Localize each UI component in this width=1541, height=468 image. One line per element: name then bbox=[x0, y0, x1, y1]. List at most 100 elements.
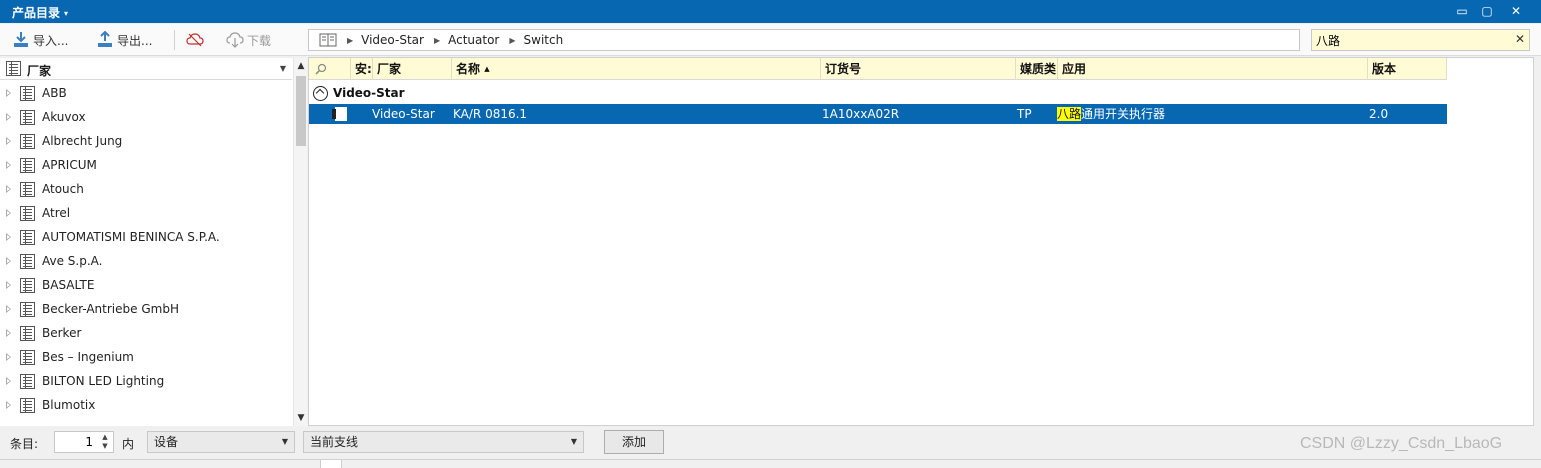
column-manufacturer[interactable]: 厂家 bbox=[373, 58, 452, 80]
cell-name: KA/R 0816.1 bbox=[453, 107, 528, 121]
chevron-down-icon: ▼ bbox=[279, 64, 286, 73]
list-item[interactable]: Berker bbox=[0, 322, 292, 346]
book-icon bbox=[319, 33, 337, 47]
watermark: CSDN @Lzzy_Csdn_LbaoG bbox=[1300, 435, 1503, 452]
manufacturer-label: Ave S.p.A. bbox=[42, 254, 103, 268]
list-item[interactable]: Ave S.p.A. bbox=[0, 250, 292, 274]
import-button[interactable]: 导入... bbox=[12, 30, 68, 50]
export-button[interactable]: 导出... bbox=[96, 30, 152, 50]
breadcrumb[interactable]: ▶ Video-Star ▶ Actuator ▶ Switch bbox=[308, 29, 1300, 51]
breadcrumb-item-subcategory[interactable]: Switch bbox=[524, 33, 564, 47]
group-row[interactable]: Video-Star bbox=[309, 82, 1447, 104]
list-item[interactable]: Atrel bbox=[0, 202, 292, 226]
title-bar: 产品目录 ▾ ▭ ▢ ✕ bbox=[0, 0, 1541, 23]
list-item[interactable]: APRICUM bbox=[0, 154, 292, 178]
column-safe[interactable]: 安: bbox=[351, 58, 373, 80]
restore-icon[interactable]: ▢ bbox=[1476, 0, 1498, 23]
scope-dropdown[interactable]: 设备 ▼ bbox=[147, 431, 295, 453]
column-name[interactable]: 名称 ▲ bbox=[452, 58, 821, 80]
cell-version: 2.0 bbox=[1369, 107, 1389, 121]
expand-icon[interactable] bbox=[6, 89, 11, 97]
catalog-icon bbox=[20, 278, 35, 293]
column-medium[interactable]: 媒质类 bbox=[1016, 58, 1058, 80]
list-item[interactable]: AUTOMATISMI BENINCA S.P.A. bbox=[0, 226, 292, 250]
list-item[interactable]: BASALTE bbox=[0, 274, 292, 298]
minimize-icon[interactable]: ▭ bbox=[1451, 0, 1473, 23]
search-icon bbox=[315, 60, 327, 75]
search-input[interactable] bbox=[1316, 32, 1506, 48]
expand-icon[interactable] bbox=[6, 305, 11, 313]
quantity-stepper[interactable]: ▲▼ bbox=[54, 431, 114, 453]
panel-title-menu[interactable]: 产品目录 ▾ bbox=[12, 4, 68, 21]
scroll-down-icon[interactable]: ▼ bbox=[294, 411, 308, 425]
breadcrumb-item-category[interactable]: Actuator bbox=[448, 33, 499, 47]
expand-icon[interactable] bbox=[6, 137, 11, 145]
grid-filter-column[interactable] bbox=[309, 58, 351, 80]
search-box: ✕ bbox=[1311, 29, 1530, 51]
manufacturer-panel: 厂家 ▼ ABB Akuvox Albrecht Jung APRICUM Atouch… bbox=[0, 58, 307, 426]
expand-icon[interactable] bbox=[6, 377, 11, 385]
list-item[interactable]: BILTON LED Lighting bbox=[0, 370, 292, 394]
expand-icon[interactable] bbox=[6, 161, 11, 169]
manufacturer-label: Bes – Ingenium bbox=[42, 350, 134, 364]
device-icon bbox=[332, 107, 347, 121]
download-button[interactable]: 下载 bbox=[226, 30, 271, 50]
export-icon bbox=[96, 30, 114, 49]
list-item[interactable]: Akuvox bbox=[0, 106, 292, 130]
catalog-icon bbox=[20, 86, 35, 101]
cell-order-number: 1A10xxA02R bbox=[822, 107, 900, 121]
collapse-group-icon[interactable] bbox=[313, 86, 328, 101]
catalog-icon bbox=[20, 134, 35, 149]
manufacturer-label: Atrel bbox=[42, 206, 71, 220]
status-bar: 条目: ▲▼ 内 设备 ▼ 当前支线 ▼ 添加 CSDN @Lzzy_Csdn_… bbox=[0, 427, 1541, 459]
list-item[interactable]: Atouch bbox=[0, 178, 292, 202]
close-icon[interactable]: ✕ bbox=[1505, 0, 1527, 23]
column-order-number[interactable]: 订货号 bbox=[821, 58, 1016, 80]
column-application[interactable]: 应用 bbox=[1058, 58, 1368, 80]
cloud-off-icon bbox=[186, 31, 204, 49]
column-version[interactable]: 版本 bbox=[1368, 58, 1447, 80]
list-item[interactable]: Bes – Ingenium bbox=[0, 346, 292, 370]
download-label: 下载 bbox=[247, 33, 272, 48]
manufacturer-label: Becker-Antriebe GmbH bbox=[42, 302, 179, 316]
manufacturer-label: BASALTE bbox=[42, 278, 95, 292]
scroll-thumb[interactable] bbox=[296, 76, 306, 146]
scroll-up-icon[interactable]: ▲ bbox=[294, 59, 308, 73]
add-button[interactable]: 添加 bbox=[604, 430, 664, 454]
manufacturer-filter-dropdown[interactable]: 厂家 ▼ bbox=[0, 58, 292, 80]
list-item[interactable]: Albrecht Jung bbox=[0, 130, 292, 154]
clear-search-icon[interactable]: ✕ bbox=[1515, 32, 1525, 46]
list-item[interactable]: Blumotix bbox=[0, 394, 292, 418]
line-dropdown[interactable]: 当前支线 ▼ bbox=[303, 431, 584, 453]
expand-icon[interactable] bbox=[6, 257, 11, 265]
expand-icon[interactable] bbox=[6, 353, 11, 361]
expand-icon[interactable] bbox=[6, 185, 11, 193]
expand-icon[interactable] bbox=[6, 113, 11, 121]
manufacturer-label: Akuvox bbox=[42, 110, 86, 124]
chevron-down-icon: ▼ bbox=[570, 437, 577, 446]
offline-button[interactable] bbox=[186, 30, 207, 50]
manufacturer-label: ABB bbox=[42, 86, 67, 100]
expand-icon[interactable] bbox=[6, 281, 11, 289]
count-label: 条目: bbox=[10, 437, 39, 451]
expand-icon[interactable] bbox=[6, 233, 11, 241]
grid-header: 安: 厂家 名称 ▲ 订货号 媒质类 应用 版本 bbox=[309, 58, 1447, 80]
breadcrumb-item-manufacturer[interactable]: Video-Star bbox=[361, 33, 424, 47]
expand-icon[interactable] bbox=[6, 329, 11, 337]
catalog-icon bbox=[6, 61, 21, 76]
cell-medium: TP bbox=[1017, 107, 1032, 121]
expand-icon[interactable] bbox=[6, 209, 11, 217]
catalog-icon bbox=[20, 398, 35, 413]
stepper-arrows-icon[interactable]: ▲ ▼ bbox=[99, 433, 111, 451]
application-text: 通用开关执行器 bbox=[1081, 107, 1166, 121]
manufacturer-scrollbar[interactable]: ▲ ▼ bbox=[293, 58, 307, 426]
quantity-input[interactable] bbox=[59, 434, 93, 450]
list-item[interactable]: ABB bbox=[0, 82, 292, 106]
expand-icon[interactable] bbox=[6, 401, 11, 409]
manufacturer-label: Albrecht Jung bbox=[42, 134, 123, 148]
table-row[interactable]: Video-Star KA/R 0816.1 1A10xxA02R TP 八路通… bbox=[309, 104, 1447, 124]
manufacturer-label: AUTOMATISMI BENINCA S.P.A. bbox=[42, 230, 220, 244]
group-name: Video-Star bbox=[333, 86, 405, 100]
list-item[interactable]: Becker-Antriebe GmbH bbox=[0, 298, 292, 322]
catalog-icon bbox=[20, 158, 35, 173]
